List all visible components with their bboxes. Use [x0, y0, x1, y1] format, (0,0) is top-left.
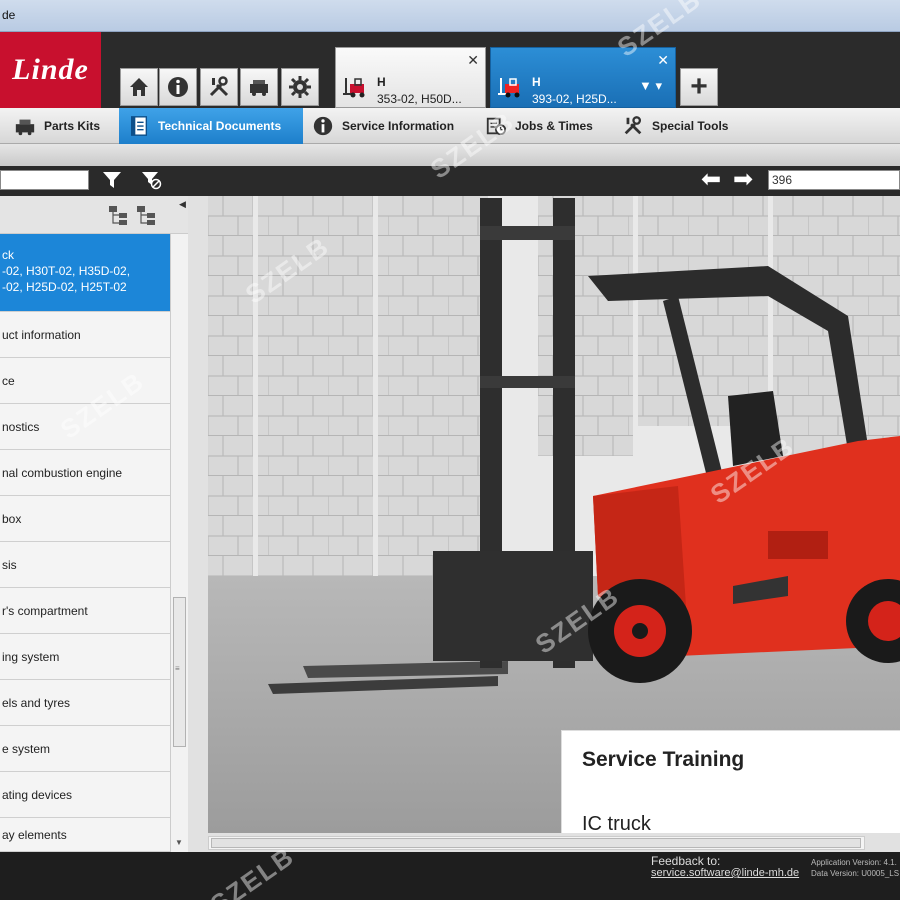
info-icon [168, 77, 188, 97]
scroll-down-icon[interactable]: ▼ [175, 838, 183, 847]
feedback-label: Feedback to: [651, 854, 721, 868]
info-icon [313, 116, 333, 136]
viewer-horizontal-scrollbar[interactable] [208, 836, 865, 850]
tree-item[interactable]: ating devices [0, 772, 170, 818]
data-version: Data Version: U0005_LS [811, 869, 900, 878]
info-button[interactable] [159, 68, 197, 106]
doc-tab-models: 393-02, H25D... [532, 92, 617, 106]
page-number-field[interactable]: 396 [768, 170, 900, 190]
tab-label: Service Information [342, 119, 455, 133]
back-arrow-icon[interactable]: ⬅ [701, 168, 721, 192]
tree-item[interactable]: e system [0, 726, 170, 772]
forklift-icon [343, 78, 365, 98]
filter-icon[interactable]: ▼ ▾ [639, 78, 662, 94]
linde-logo: Linde [0, 32, 101, 108]
tab-service-information[interactable]: Service Information [312, 108, 474, 144]
tree-item[interactable]: nal combustion engine [0, 450, 170, 496]
document-title-box: Service Training IC truck [561, 730, 900, 835]
tree-item[interactable]: els and tyres [0, 680, 170, 726]
forward-arrow-icon[interactable]: ➡ [733, 168, 753, 192]
settings-icon [289, 76, 311, 98]
tab-label: Technical Documents [158, 119, 282, 133]
parts-button[interactable] [240, 68, 278, 106]
parts-kits-icon [15, 119, 35, 136]
parts-icon [250, 80, 268, 96]
tree-item[interactable]: ay elements [0, 818, 170, 852]
doc-tab-series: H [532, 75, 541, 89]
scrollbar-thumb[interactable] [211, 838, 861, 848]
tab-parts-kits[interactable]: Parts Kits [8, 108, 118, 144]
tree-item[interactable]: r's compartment [0, 588, 170, 634]
expand-tree-icon[interactable] [108, 205, 130, 227]
doc-tab-h393[interactable]: H 393-02, H25D... ✕ ▼ ▾ [490, 47, 676, 108]
tab-label: Special Tools [652, 119, 729, 133]
tree-item[interactable]: ce [0, 358, 170, 404]
tree-item-selected-model[interactable]: ck -02, H30T-02, H35D-02, -02, H25D-02, … [0, 234, 170, 312]
tab-special-tools[interactable]: Special Tools [622, 108, 752, 144]
home-icon [130, 78, 148, 96]
tree-item[interactable]: box [0, 496, 170, 542]
tools-icon [209, 76, 229, 97]
tree-scrollbar[interactable]: ≡ ▼ [170, 234, 188, 852]
tools-icon [624, 116, 642, 135]
app-version: Application Version: 4.1. [811, 858, 897, 867]
clear-filter-icon[interactable] [140, 170, 162, 190]
doc-tab-models: 353-02, H50D... [377, 92, 462, 106]
tab-technical-documents[interactable]: Technical Documents [119, 108, 303, 144]
home-button[interactable] [120, 68, 158, 106]
tab-label: Parts Kits [44, 119, 101, 133]
document-title: Service Training [582, 748, 745, 771]
tree-item[interactable]: sis [0, 542, 170, 588]
doc-tab-h353[interactable]: H 353-02, H50D... ✕ [335, 47, 486, 108]
tree-item[interactable]: ing system [0, 634, 170, 680]
feedback-email-link[interactable]: service.software@linde-mh.de [651, 867, 799, 879]
tree-header [0, 196, 188, 234]
add-tab-button[interactable]: + [680, 68, 718, 106]
version-info: Application Version: 4.1. Data Version: … [811, 857, 899, 879]
document-subtitle: IC truck [582, 813, 651, 835]
tree-list: ck -02, H30T-02, H35D-02, -02, H25D-02, … [0, 234, 170, 852]
tab-label: Jobs & Times [515, 119, 593, 133]
settings-button[interactable] [281, 68, 319, 106]
doc-tab-series: H [377, 75, 386, 89]
search-input[interactable] [0, 170, 89, 190]
collapse-panel-icon[interactable]: ◀ [179, 199, 186, 210]
close-tab-icon[interactable]: ✕ [467, 53, 479, 67]
forklift-icon [498, 78, 520, 98]
window-title-bar: de [0, 0, 900, 32]
close-tab-icon[interactable]: ✕ [657, 53, 669, 67]
filter-icon[interactable] [101, 170, 123, 190]
tools-button[interactable] [200, 68, 238, 106]
window-title: de [2, 8, 16, 22]
collapse-tree-icon[interactable] [136, 205, 158, 227]
tree-item[interactable]: uct information [0, 312, 170, 358]
document-icon [130, 116, 148, 136]
